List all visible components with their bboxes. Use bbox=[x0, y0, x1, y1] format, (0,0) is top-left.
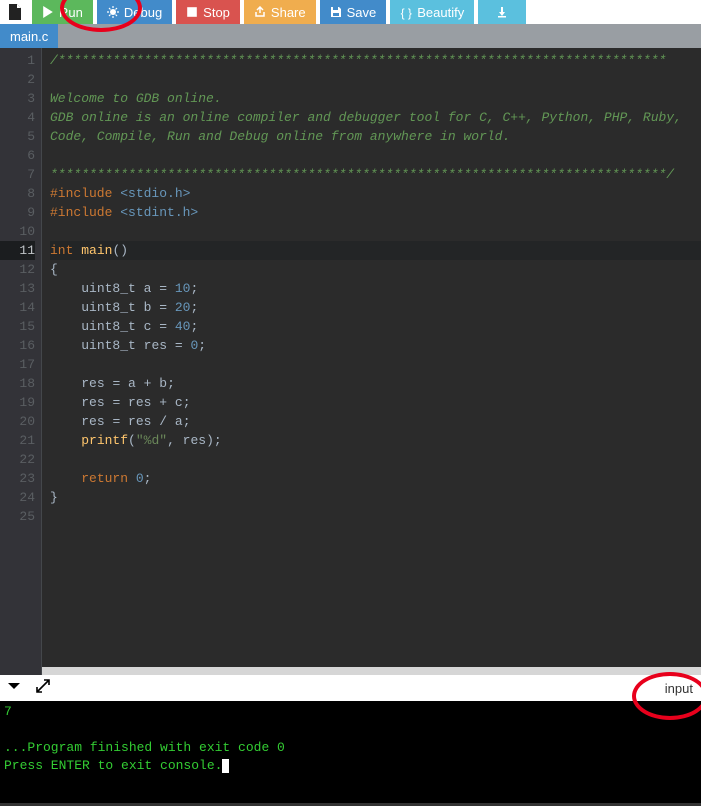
code-line bbox=[50, 222, 701, 241]
toolbar: Run Debug Stop Share Save { } Beautify bbox=[0, 0, 701, 24]
code-line: /***************************************… bbox=[50, 51, 701, 70]
tab-label: main.c bbox=[10, 29, 48, 44]
code-line bbox=[50, 70, 701, 89]
expand-console-button[interactable] bbox=[36, 679, 50, 698]
code-line: res = res + c; bbox=[50, 393, 701, 412]
share-button[interactable]: Share bbox=[244, 0, 316, 24]
code-line: Welcome to GDB online. bbox=[50, 89, 701, 108]
save-button[interactable]: Save bbox=[320, 0, 387, 24]
code-line: uint8_t c = 40; bbox=[50, 317, 701, 336]
code-line: res = res / a; bbox=[50, 412, 701, 431]
code-line: { bbox=[50, 260, 701, 279]
run-label: Run bbox=[59, 5, 83, 20]
console-value: 7 bbox=[4, 703, 697, 721]
save-label: Save bbox=[347, 5, 377, 20]
code-line: GDB online is an online compiler and deb… bbox=[50, 108, 701, 127]
code-line: Code, Compile, Run and Debug online from… bbox=[50, 127, 701, 146]
tab-bar: main.c bbox=[0, 24, 701, 48]
console-input-label: input bbox=[665, 681, 695, 696]
debug-label: Debug bbox=[124, 5, 162, 20]
code-line: uint8_t res = 0; bbox=[50, 336, 701, 355]
console-output[interactable]: 7 ...Program finished with exit code 0 P… bbox=[0, 701, 701, 803]
code-area[interactable]: /***************************************… bbox=[42, 48, 701, 667]
download-button[interactable] bbox=[478, 0, 526, 24]
console-bar: input bbox=[0, 675, 701, 701]
debug-button[interactable]: Debug bbox=[97, 0, 172, 24]
new-file-button[interactable] bbox=[2, 0, 28, 24]
console-finished: ...Program finished with exit code 0 bbox=[4, 739, 697, 757]
share-label: Share bbox=[271, 5, 306, 20]
code-line: #include <stdint.h> bbox=[50, 203, 701, 222]
code-line bbox=[50, 507, 701, 526]
stop-label: Stop bbox=[203, 5, 230, 20]
code-line: ****************************************… bbox=[50, 165, 701, 184]
stop-button[interactable]: Stop bbox=[176, 0, 240, 24]
console-cursor bbox=[222, 759, 229, 773]
editor-hscrollbar[interactable] bbox=[0, 667, 701, 675]
code-line bbox=[50, 355, 701, 374]
line-gutter: 1234567891011121314151617181920212223242… bbox=[0, 48, 42, 667]
braces-icon: { } bbox=[400, 6, 412, 18]
code-line: printf("%d", res); bbox=[50, 431, 701, 450]
code-line: res = a + b; bbox=[50, 374, 701, 393]
code-line bbox=[50, 450, 701, 469]
collapse-console-button[interactable] bbox=[6, 679, 22, 697]
code-line: } bbox=[50, 488, 701, 507]
run-button[interactable]: Run bbox=[32, 0, 93, 24]
code-line: #include <stdio.h> bbox=[50, 184, 701, 203]
beautify-button[interactable]: { } Beautify bbox=[390, 0, 474, 24]
code-line bbox=[50, 146, 701, 165]
code-editor[interactable]: 1234567891011121314151617181920212223242… bbox=[0, 48, 701, 667]
tab-main-c[interactable]: main.c bbox=[0, 24, 58, 48]
code-line: return 0; bbox=[50, 469, 701, 488]
code-line: uint8_t b = 20; bbox=[50, 298, 701, 317]
code-line: int main() bbox=[50, 241, 701, 260]
code-line: uint8_t a = 10; bbox=[50, 279, 701, 298]
beautify-label: Beautify bbox=[417, 5, 464, 20]
console-prompt: Press ENTER to exit console. bbox=[4, 758, 222, 773]
